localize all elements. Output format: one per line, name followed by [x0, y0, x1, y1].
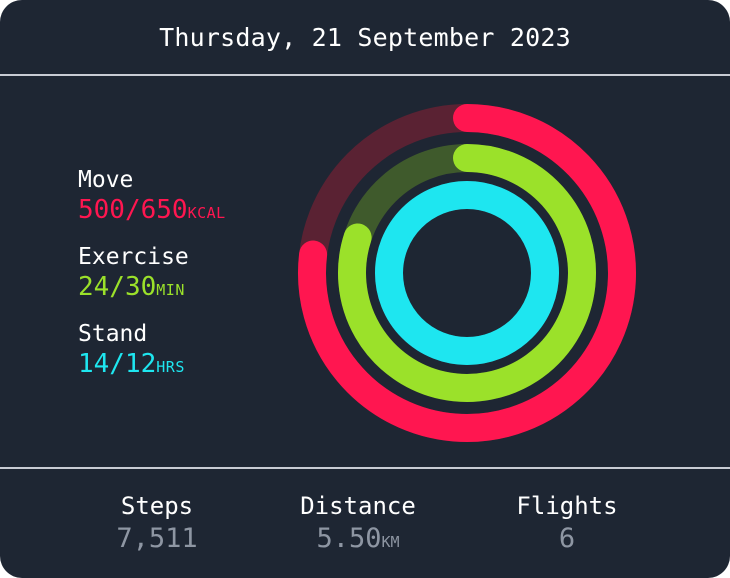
stat-flights-label: Flights: [516, 492, 618, 520]
stat-distance-unit: KM: [381, 533, 400, 551]
stat-steps-value: 7,511: [116, 523, 198, 554]
stat-steps-value-line: 7,511: [47, 522, 267, 559]
bottom-divider: [0, 467, 730, 469]
metric-exercise-unit: MIN: [156, 281, 185, 299]
metric-exercise: Exercise 24/30MIN: [78, 243, 298, 320]
stat-flights-value-line: 6: [457, 522, 677, 559]
metric-exercise-value-line: 24/30MIN: [78, 271, 298, 306]
stat-steps: Steps 7,511: [47, 490, 267, 559]
stat-steps-label: Steps: [120, 492, 194, 520]
metric-stand-value-line: 14/12HRS: [78, 348, 298, 383]
stat-flights-value: 6: [558, 523, 576, 554]
date-title: Thursday, 21 September 2023: [159, 23, 571, 52]
metric-move: Move 500/650KCAL: [78, 166, 298, 243]
stat-flights: Flights 6: [457, 490, 677, 559]
metric-move-label: Move: [78, 167, 134, 193]
metric-move-value-line: 500/650KCAL: [78, 194, 298, 229]
metric-stand: Stand 14/12HRS: [78, 320, 298, 397]
metric-exercise-value: 24/30: [78, 272, 157, 302]
ring-stand-progress: [375, 181, 559, 365]
activity-rings: [298, 104, 636, 442]
top-divider: [0, 74, 730, 76]
stat-distance-value: 5.50: [316, 523, 382, 554]
stat-distance: Distance 5.50KM: [248, 490, 468, 559]
metric-move-unit: KCAL: [187, 204, 226, 222]
metric-stand-label: Stand: [78, 321, 148, 347]
stat-distance-label: Distance: [300, 492, 416, 520]
metrics-list: Move 500/650KCAL Exercise 24/30MIN Stand…: [78, 166, 298, 397]
stats-row: Steps 7,511 Distance 5.50KM Flights 6: [0, 490, 730, 560]
metric-move-value: 500/650: [78, 195, 188, 225]
stat-distance-value-line: 5.50KM: [248, 522, 468, 559]
metric-exercise-label: Exercise: [78, 244, 189, 270]
activity-card: Thursday, 21 September 2023 Move 500/650…: [0, 0, 730, 578]
metric-stand-unit: HRS: [156, 358, 185, 376]
metric-stand-value: 14/12: [78, 349, 157, 379]
date-header: Thursday, 21 September 2023: [0, 0, 730, 75]
